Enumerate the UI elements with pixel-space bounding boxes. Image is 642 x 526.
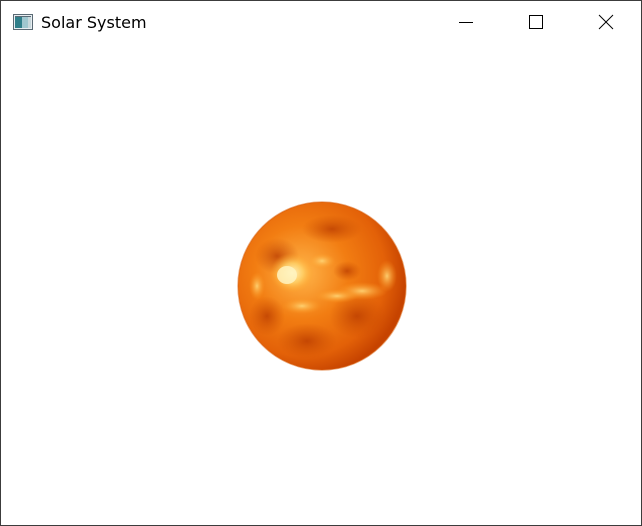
minimize-icon — [458, 14, 474, 34]
close-icon — [598, 14, 614, 34]
minimize-button[interactable] — [443, 1, 489, 46]
app-window: Solar System — [0, 0, 642, 526]
close-button[interactable] — [583, 1, 629, 46]
maximize-button[interactable] — [513, 1, 559, 46]
window-title: Solar System — [41, 13, 147, 32]
render-canvas[interactable] — [1, 46, 641, 525]
window-app-icon[interactable] — [13, 14, 33, 30]
title-bar[interactable]: Solar System — [1, 1, 641, 46]
maximize-icon — [528, 14, 544, 34]
sun-sphere — [237, 201, 407, 371]
